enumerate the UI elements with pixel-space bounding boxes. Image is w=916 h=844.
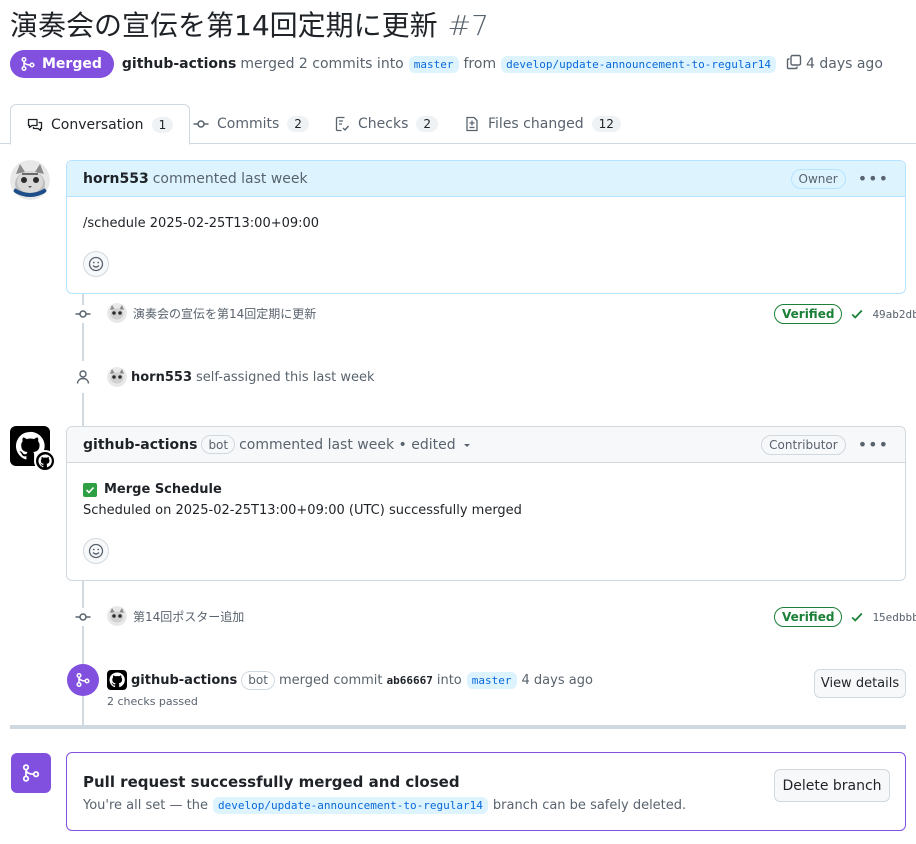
merged-state-label: Merged: [42, 56, 102, 72]
merged-status-title: Pull request successfully merged and clo…: [83, 773, 460, 791]
git-commit-icon: [74, 608, 92, 626]
base-branch-label[interactable]: master: [408, 55, 459, 73]
pr-title-text: 演奏会の宣伝を第14回定期に更新: [10, 9, 438, 42]
tab-files-changed-label: Files changed: [488, 116, 584, 132]
merge-target-branch[interactable]: master: [466, 671, 517, 689]
pr-header: Merged github-actions merged 2 commits i…: [10, 50, 883, 78]
tab-checks-label: Checks: [358, 116, 409, 132]
merge-summary-text: merged 2 commits into: [240, 56, 404, 72]
git-merge-icon: [11, 753, 51, 793]
avatar[interactable]: [107, 367, 127, 387]
merged-status-text-after: branch can be safely deleted.: [492, 798, 687, 813]
comment-box-github-actions: github-actions bot commented last week •…: [66, 426, 906, 581]
comment-discussion-icon: [27, 118, 43, 131]
comment-body: /schedule 2025-02-25T13:00+09:00: [83, 216, 320, 231]
assign-user-link[interactable]: horn553: [131, 370, 192, 385]
check-icon: [852, 309, 863, 319]
comment-header: github-actions bot commented last week •…: [67, 427, 905, 463]
pr-tab-bar: Conversation 1 Commits 2 Checks 2 Files …: [0, 104, 916, 145]
add-reaction-button[interactable]: [83, 538, 109, 564]
verified-badge[interactable]: Verified: [774, 607, 843, 627]
assign-event-text: self-assigned this last week: [196, 369, 375, 385]
merge-schedule-title: Merge Schedule: [104, 482, 222, 497]
add-reaction-button[interactable]: [83, 251, 109, 277]
merged-status-text: You're all set — the develop/update-anno…: [83, 797, 686, 814]
git-merge-icon: [67, 664, 99, 696]
git-commit-icon: [74, 305, 92, 323]
pr-title: 演奏会の宣伝を第14回定期に更新 #7: [10, 4, 489, 44]
merge-schedule-text: Scheduled on 2025-02-25T13:00+09:00 (UTC…: [83, 503, 522, 518]
tab-conversation-label: Conversation: [51, 116, 144, 133]
tab-conversation[interactable]: Conversation 1: [10, 104, 191, 145]
head-branch-label[interactable]: develop/update-announcement-to-regular14: [501, 55, 776, 73]
bot-badge: bot: [241, 670, 275, 690]
commit-sha-link[interactable]: 49ab2db: [872, 308, 916, 321]
bot-badge-icon: [34, 450, 56, 472]
comment-author-link[interactable]: horn553: [83, 171, 149, 187]
avatar[interactable]: [107, 303, 127, 323]
person-icon: [67, 361, 99, 393]
bot-badge: bot: [201, 435, 236, 454]
merge-user-link[interactable]: github-actions: [131, 673, 237, 688]
merge-schedule-heading: Merge Schedule: [83, 482, 889, 497]
tab-checks-count: 2: [416, 116, 439, 132]
assign-event: horn553 self-assigned this last week: [107, 366, 375, 388]
commit-message-link[interactable]: 演奏会の宣伝を第14回定期に更新: [133, 305, 316, 322]
file-diff-icon: [466, 116, 478, 132]
kebab-menu-icon[interactable]: •••: [858, 435, 889, 454]
merged-status-text-before: You're all set — the: [83, 798, 208, 813]
merge-commit-sha[interactable]: ab66667: [387, 674, 433, 687]
copy-icon[interactable]: [786, 54, 802, 74]
commit-status: Verified 49ab2db: [774, 304, 916, 324]
check-box-icon: [83, 482, 97, 497]
from-text: from: [463, 56, 497, 72]
comment-meta[interactable]: commented last week: [153, 171, 308, 187]
avatar[interactable]: [107, 606, 127, 626]
tab-conversation-count: 1: [151, 116, 174, 133]
view-details-button[interactable]: View details: [814, 669, 906, 698]
commit-sha-link[interactable]: 15edbbb: [872, 611, 916, 624]
role-badge-owner: Owner: [790, 168, 846, 189]
tab-checks[interactable]: Checks 2: [318, 104, 454, 144]
merge-event: github-actions bot merged commit ab66667…: [107, 669, 593, 691]
verified-badge[interactable]: Verified: [774, 304, 843, 324]
merged-state-badge: Merged: [10, 50, 114, 78]
kebab-menu-icon[interactable]: •••: [858, 169, 889, 188]
smiley-icon: [88, 256, 104, 272]
merge-time: 4 days ago: [521, 672, 593, 688]
comment-author-link[interactable]: github-actions: [83, 437, 197, 453]
check-icon: [852, 612, 863, 622]
deletable-branch-label[interactable]: develop/update-announcement-to-regular14: [212, 797, 488, 814]
tab-files-changed[interactable]: Files changed 12: [448, 104, 637, 144]
commit-status: Verified 15edbbb: [774, 607, 916, 627]
role-badge-contributor: Contributor: [761, 434, 846, 455]
comment-box-horn553: horn553 commented last week Owner ••• /s…: [66, 160, 906, 294]
comment-body: Merge Schedule Scheduled on 2025-02-25T1…: [67, 463, 905, 518]
tab-commits[interactable]: Commits 2: [177, 104, 325, 144]
delete-branch-button[interactable]: Delete branch: [774, 769, 890, 802]
checklist-icon: [335, 116, 350, 132]
avatar[interactable]: [10, 160, 50, 200]
git-commit-icon: [193, 120, 209, 128]
merge-event-text: merged commit: [278, 672, 383, 688]
pr-author-link[interactable]: github-actions: [122, 56, 236, 72]
caret-down-icon[interactable]: [462, 440, 472, 450]
pr-number: #7: [447, 9, 489, 42]
merged-status-box: Pull request successfully merged and clo…: [66, 752, 906, 831]
comment-header: horn553 commented last week Owner •••: [67, 161, 905, 197]
comment-meta[interactable]: commented last week • edited: [239, 437, 456, 453]
tab-commits-label: Commits: [217, 116, 280, 132]
commit-message-link[interactable]: 第14回ポスター追加: [133, 608, 244, 625]
tab-commits-count: 2: [287, 116, 309, 132]
checks-passed-text[interactable]: 2 checks passed: [107, 695, 198, 708]
tab-files-changed-count: 12: [591, 116, 621, 132]
commit-row: 演奏会の宣伝を第14回定期に更新: [107, 302, 316, 324]
git-merge-icon: [21, 56, 35, 72]
merged-time: 4 days ago: [806, 56, 883, 72]
smiley-icon: [88, 543, 104, 559]
merge-into-text: into: [436, 672, 462, 688]
timeline-divider: [10, 725, 906, 729]
github-mark-icon[interactable]: [107, 670, 127, 690]
commit-row: 第14回ポスター追加: [107, 605, 244, 627]
